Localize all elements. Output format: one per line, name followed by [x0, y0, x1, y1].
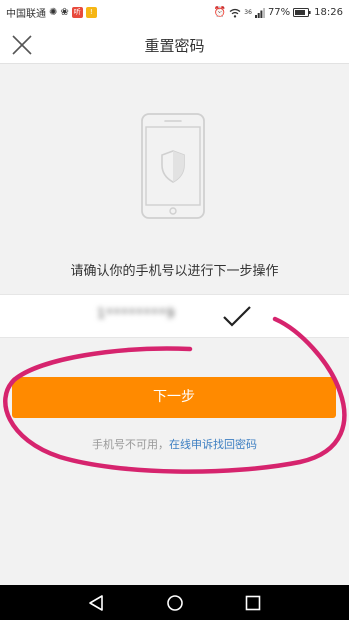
wifi-icon — [229, 8, 241, 18]
alarm-icon: ⏰ — [213, 7, 227, 18]
battery-icon — [293, 8, 311, 17]
status-right: ⏰ 36 77% 18:26 — [214, 7, 343, 18]
carrier-label: 中国联通 — [6, 9, 46, 20]
help-line: 手机号不可用，在线申诉找回密码 — [0, 436, 349, 452]
alert-badge: ! — [85, 7, 97, 18]
time-label: 18:26 — [314, 7, 343, 18]
back-triangle-icon[interactable] — [87, 594, 105, 612]
status-bar: 中国联通 ✺ ❀ 听 ! ⏰ 36 77% 18:26 — [0, 0, 349, 25]
status-left: 中国联通 ✺ ❀ 听 ! — [6, 5, 97, 20]
instruction-text: 请确认你的手机号以进行下一步操作 — [70, 264, 279, 279]
phone-number-value: 1********9 — [97, 307, 176, 322]
app-notification-icon: ❀ — [60, 7, 69, 18]
phone-option-row[interactable]: 1********9 — [0, 294, 349, 338]
phone-shield-icon — [141, 113, 205, 219]
recents-square-icon[interactable] — [244, 594, 262, 612]
checkmark-icon — [223, 306, 251, 327]
home-circle-icon[interactable] — [166, 594, 184, 612]
system-nav-bar — [0, 585, 349, 620]
phone-unavailable-text: 手机号不可用， — [92, 438, 169, 451]
page-title: 重置密码 — [144, 37, 205, 55]
nav-bar: 重置密码 — [0, 25, 349, 64]
weibo-icon: ✺ — [49, 7, 58, 18]
network-type-label: 36 — [244, 9, 252, 16]
signal-icon — [254, 7, 265, 18]
appeal-recover-link[interactable]: 在线申诉找回密码 — [169, 438, 257, 451]
listen-badge: 听 — [71, 7, 83, 18]
next-step-button[interactable]: 下一步 — [12, 377, 336, 418]
battery-label: 77% — [267, 7, 291, 18]
